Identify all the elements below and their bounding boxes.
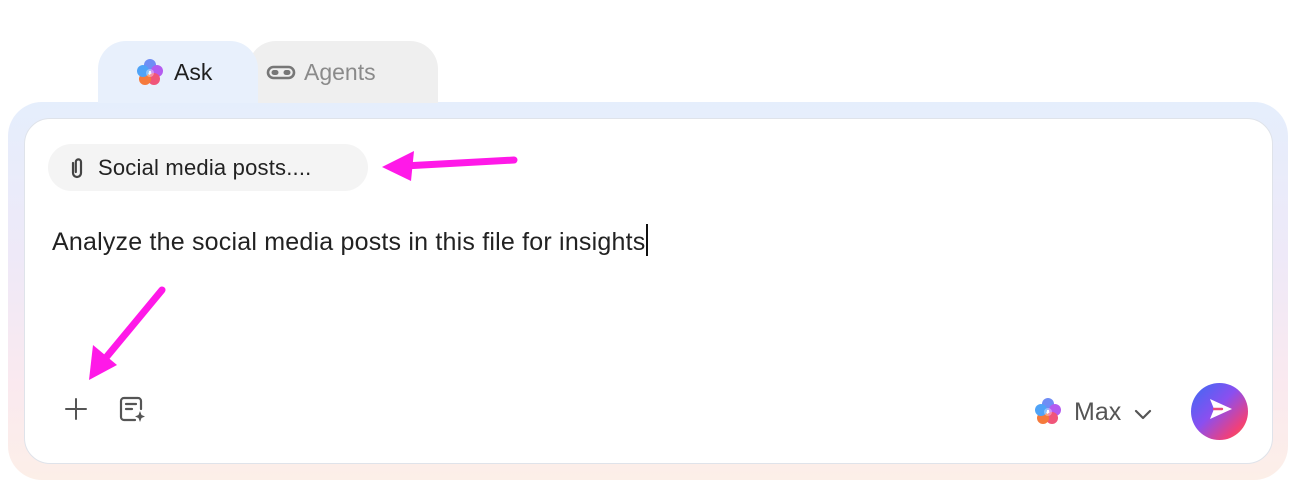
tab-agents[interactable]: Agents xyxy=(248,41,438,103)
sparkle-flower-icon xyxy=(136,58,164,86)
plus-icon xyxy=(64,397,88,426)
send-button[interactable] xyxy=(1191,383,1248,440)
goggles-icon xyxy=(266,58,296,86)
notes-sparkle-icon xyxy=(117,394,147,429)
model-label: Max xyxy=(1074,397,1122,426)
notes-button[interactable] xyxy=(115,394,149,428)
tab-label: Agents xyxy=(304,59,376,85)
chevron-down-icon xyxy=(1133,402,1153,422)
sparkle-flower-icon xyxy=(1034,397,1062,425)
prompt-input[interactable]: Analyze the social media posts in this f… xyxy=(52,224,648,257)
text-caret xyxy=(646,224,648,256)
tab-label: Ask xyxy=(174,59,213,85)
paperclip-icon xyxy=(64,155,90,181)
tab-ask[interactable]: Ask xyxy=(98,41,258,103)
ai-composer: Agents Ask Social media posts.... Analyz xyxy=(0,0,1312,494)
model-selector[interactable]: Max xyxy=(1034,392,1153,432)
prompt-text: Analyze the social media posts in this f… xyxy=(52,228,646,256)
attachment-chip[interactable]: Social media posts.... xyxy=(48,144,368,191)
add-button[interactable] xyxy=(59,394,93,428)
attachment-label: Social media posts.... xyxy=(98,154,312,180)
send-icon xyxy=(1205,394,1235,429)
